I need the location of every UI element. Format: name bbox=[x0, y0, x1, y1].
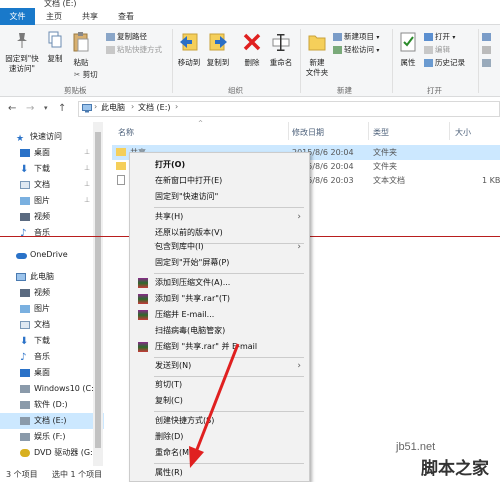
watermark-brand: 脚本之家 bbox=[421, 459, 489, 479]
annotation-arrowhead bbox=[189, 446, 204, 468]
annotation-arrow-shaft bbox=[194, 343, 240, 453]
annotation-arrow bbox=[189, 343, 240, 468]
watermark-site: jb51.net bbox=[396, 441, 436, 453]
